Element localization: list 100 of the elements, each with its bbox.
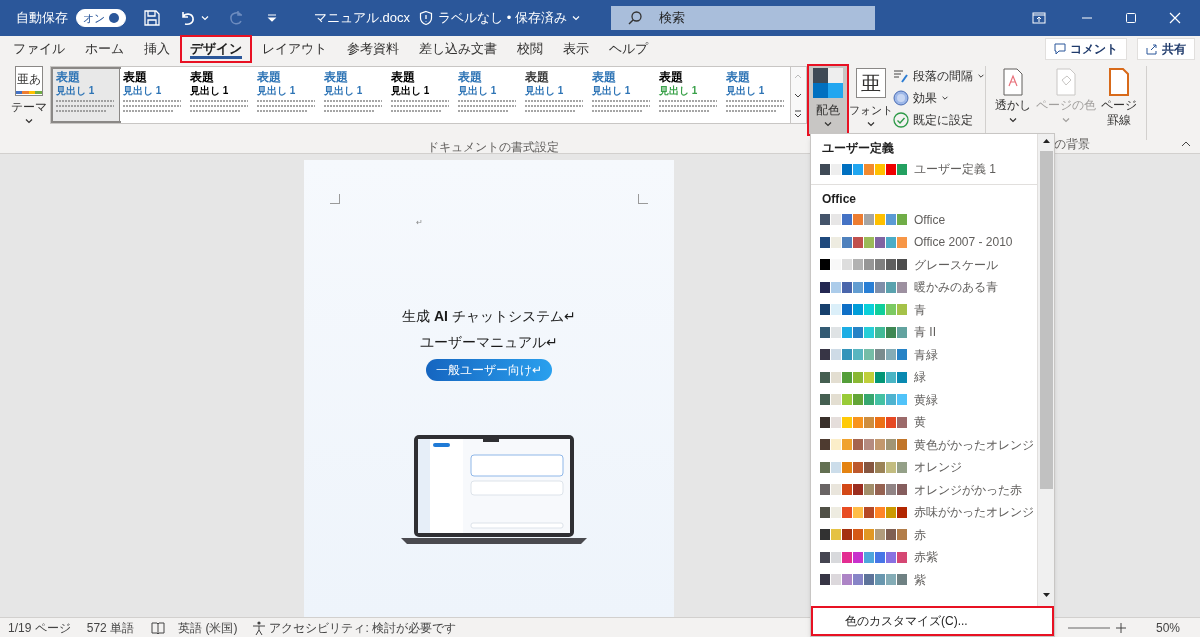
page-border-icon: [1107, 68, 1131, 96]
chevron-down-icon: [23, 116, 34, 126]
page-count[interactable]: 1/19 ページ: [8, 618, 71, 637]
body-text-drawing: [256, 99, 315, 115]
color-scheme-item[interactable]: 青緑: [811, 343, 1037, 366]
ribbon-tab[interactable]: 差し込み文書: [411, 37, 505, 61]
heading-sample: 見出し 1: [457, 85, 497, 97]
body-text-drawing: [55, 99, 114, 115]
format-option[interactable]: 効果: [893, 88, 985, 107]
chevron-down-icon: [823, 119, 833, 129]
share-icon: [1146, 43, 1158, 55]
document-title: マニュアル.docx: [314, 9, 411, 28]
ribbon-tab[interactable]: デザイン: [182, 37, 250, 61]
color-scheme-item[interactable]: オレンジがかった赤: [811, 478, 1037, 501]
title-sample: 表題: [256, 70, 281, 84]
ribbon-tab[interactable]: 校閲: [509, 37, 551, 61]
fonts-button[interactable]: 亜 フォント: [851, 66, 891, 129]
checkmark-icon: [893, 111, 909, 128]
search-icon: [626, 10, 643, 26]
body-text-drawing: [390, 99, 449, 115]
color-scheme-item[interactable]: 黄色がかったオレンジ: [811, 433, 1037, 456]
heading-sample: 見出し 1: [256, 85, 296, 97]
autosave-toggle[interactable]: オン: [76, 9, 126, 27]
color-scheme-item[interactable]: ユーザー定義 1: [811, 158, 1037, 181]
color-scheme-item[interactable]: 紫: [811, 568, 1037, 591]
chevron-down-icon: [1008, 115, 1018, 125]
format-option[interactable]: 既定に設定: [893, 110, 985, 129]
language-status[interactable]: 英語 (米国): [178, 618, 238, 637]
ribbon-tab[interactable]: 表示: [555, 37, 597, 61]
heading-sample: 見出し 1: [725, 85, 765, 97]
document-subtitle: ユーザーマニュアル↵: [420, 333, 558, 352]
title-sample: 表題: [457, 70, 482, 84]
body-text-drawing: [524, 99, 583, 115]
chevron-down-icon: [200, 13, 210, 23]
scrollbar-thumb[interactable]: [1039, 151, 1053, 489]
heading-sample: 見出し 1: [591, 85, 631, 97]
color-scheme-item[interactable]: Office 2007 - 2010: [811, 231, 1037, 254]
heading-sample: 見出し 1: [323, 85, 363, 97]
audience-badge: 一般ユーザー向け↵: [426, 359, 552, 381]
title-sample: 表題: [55, 70, 80, 84]
page-background-button[interactable]: 透かし: [992, 66, 1034, 125]
save-icon[interactable]: [142, 8, 162, 28]
zoom-level[interactable]: 50%: [1155, 618, 1180, 637]
body-text-drawing: [658, 99, 717, 115]
close-icon[interactable]: [1167, 10, 1183, 26]
paragraph-mark: ↵: [415, 218, 423, 228]
comment-icon: [1054, 43, 1066, 55]
zoom-slider-icon[interactable]: [1067, 621, 1128, 634]
color-scheme-item[interactable]: 赤紫: [811, 546, 1037, 569]
font-icon: 亜: [856, 68, 886, 98]
ribbon-tab[interactable]: 参考資料: [339, 37, 407, 61]
section-header: ユーザー定義: [821, 140, 895, 157]
comment-button[interactable]: コメント: [1045, 38, 1127, 60]
title-sample: 表題: [323, 70, 348, 84]
color-scheme-item[interactable]: 黄: [811, 411, 1037, 434]
paragraph-spacing-icon: [893, 67, 909, 84]
title-sample: 表題: [122, 70, 147, 84]
customize-menu-icon[interactable]: [266, 12, 278, 24]
search-field[interactable]: 検索: [610, 6, 875, 30]
proofing-icon[interactable]: [150, 619, 167, 636]
body-text-drawing: [725, 99, 784, 115]
ribbon-tab[interactable]: ヘルプ: [601, 37, 656, 61]
colors-button[interactable]: 配色: [809, 66, 847, 134]
color-scheme-item[interactable]: 青 II: [811, 321, 1037, 344]
format-option[interactable]: 段落の間隔: [893, 66, 985, 85]
save-status[interactable]: ラベルなし • 保存済み: [438, 8, 567, 28]
ribbon-tab[interactable]: ホーム: [77, 37, 132, 61]
color-scheme-item[interactable]: 緑: [811, 366, 1037, 389]
section-header: Office: [821, 190, 857, 208]
body-text-drawing: [189, 99, 248, 115]
color-scheme-item[interactable]: 暖かみのある青: [811, 276, 1037, 299]
color-scheme-item[interactable]: 赤: [811, 523, 1037, 546]
page-background-button[interactable]: ページ 罫線: [1098, 66, 1140, 128]
color-scheme-item[interactable]: Office: [811, 208, 1037, 231]
chevron-down-icon: [1061, 115, 1071, 125]
customize-colors-item[interactable]: 色のカスタマイズ(C)...: [811, 606, 1054, 636]
title-sample: 表題: [524, 70, 549, 84]
heading-sample: 見出し 1: [55, 85, 95, 97]
color-scheme-item[interactable]: 黄緑: [811, 388, 1037, 411]
color-scheme-item[interactable]: オレンジ: [811, 456, 1037, 479]
ribbon-tab[interactable]: 挿入: [136, 37, 178, 61]
color-scheme-item[interactable]: 青: [811, 298, 1037, 321]
ribbon-tab[interactable]: レイアウト: [254, 37, 335, 61]
title-sample: 表題: [189, 70, 214, 84]
body-text-drawing: [591, 99, 650, 115]
title-sample: 表題: [591, 70, 616, 84]
themes-icon: 亜あ: [14, 66, 43, 96]
themes-button[interactable]: 亜あ テーマ: [10, 66, 48, 126]
word-count[interactable]: 572 単語: [86, 618, 135, 637]
color-scheme-item[interactable]: 赤味がかったオレンジ: [811, 501, 1037, 524]
accessibility-status[interactable]: アクセシビリティ: 検討が必要です: [269, 618, 457, 637]
style-set-thumbnail[interactable]: 表題 見出し 1: [52, 69, 119, 121]
accessibility-icon[interactable]: [251, 619, 268, 636]
color-scheme-item[interactable]: グレースケール: [811, 253, 1037, 276]
share-button[interactable]: 共有: [1137, 38, 1195, 60]
title-sample: 表題: [658, 70, 683, 84]
maximize-icon[interactable]: [1123, 10, 1139, 26]
ribbon-tab[interactable]: ファイル: [5, 37, 73, 61]
title-sample: 表題: [390, 70, 415, 84]
ribbon-display-icon[interactable]: [1031, 10, 1047, 26]
